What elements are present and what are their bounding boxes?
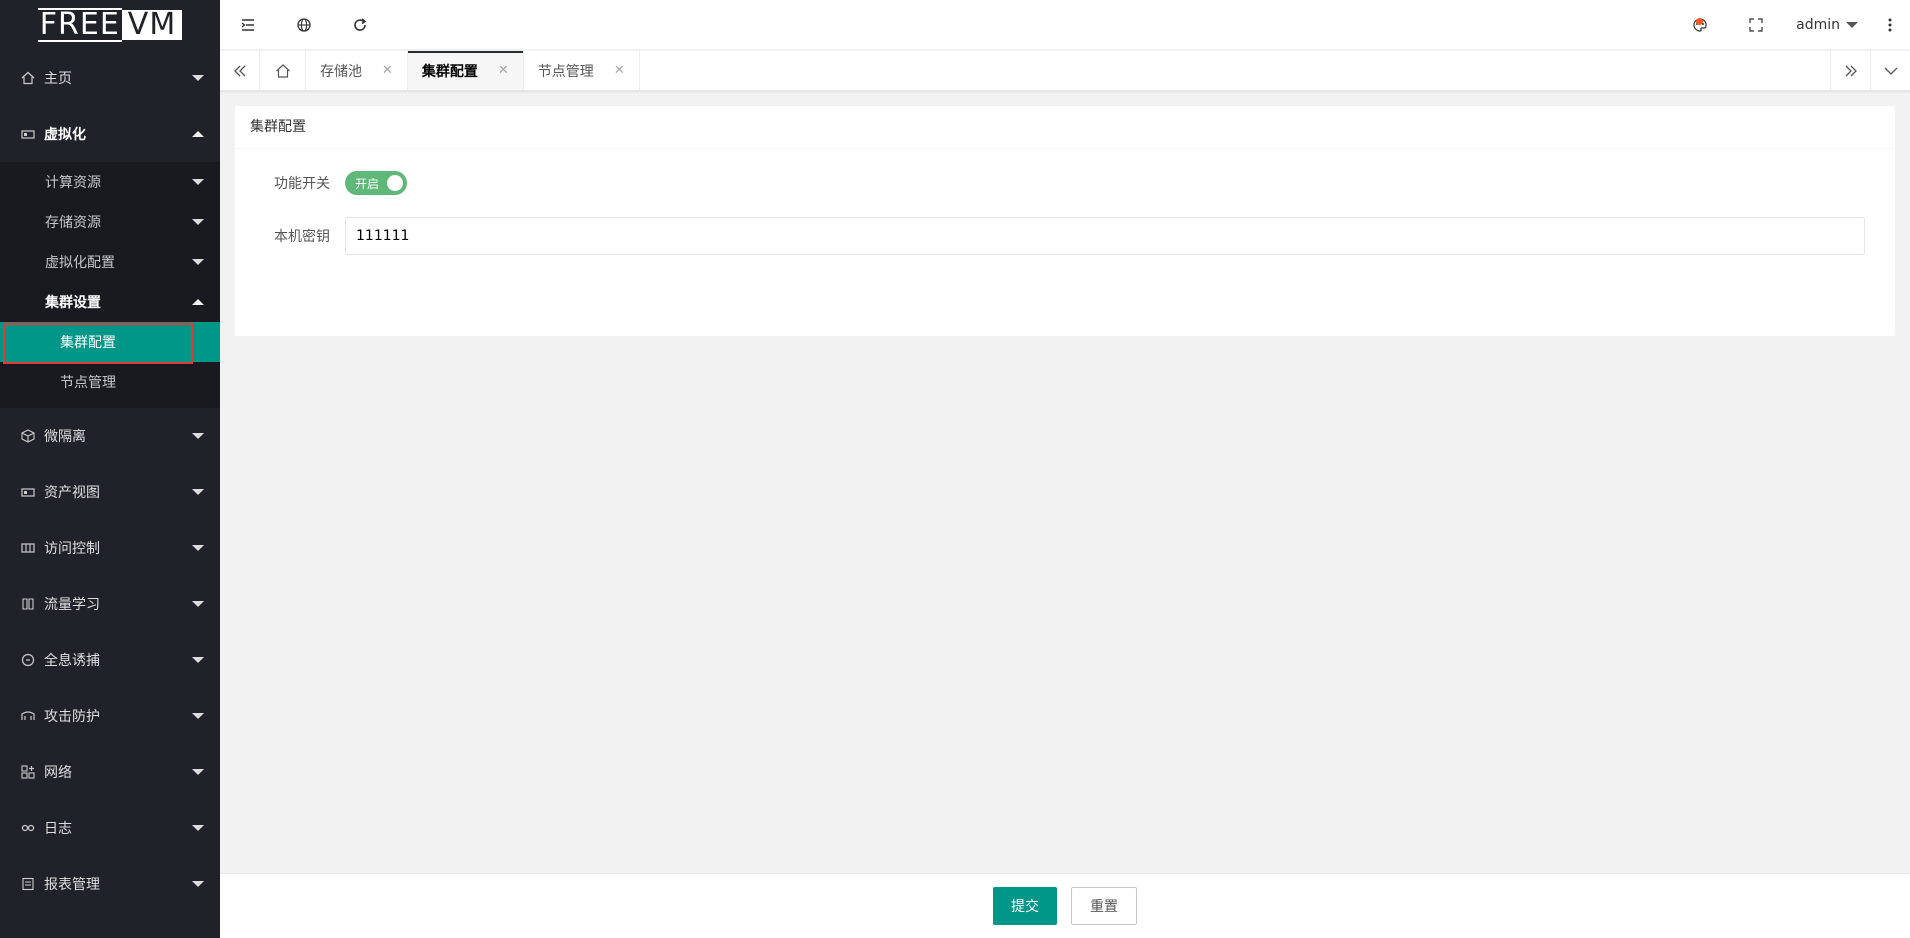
sidebar: FREE VM 主页 虚拟化 计算资源 存储资源 虚拟化配置 集群设置 集群配置… <box>0 0 220 938</box>
switch-label: 功能开关 <box>274 176 330 192</box>
logo: FREE VM <box>0 0 220 50</box>
theme-button[interactable] <box>1672 0 1728 50</box>
sidebar-item-storage[interactable]: 存储资源 <box>0 202 220 242</box>
sidebar-item-traffic-learning[interactable]: 流量学习 <box>0 576 220 632</box>
network-icon <box>20 764 36 780</box>
trap-icon <box>20 652 36 668</box>
sidebar-item-reports[interactable]: 报表管理 <box>0 856 220 912</box>
sidebar-item-virtualization[interactable]: 虚拟化 <box>0 106 220 162</box>
more-vertical-icon <box>1888 18 1892 31</box>
chevron-down-icon <box>192 433 204 439</box>
server-icon <box>20 126 36 142</box>
tab-storage-pool[interactable]: 存储池 ✕ <box>306 51 408 90</box>
report-icon <box>20 876 36 892</box>
home-icon <box>20 70 36 86</box>
close-icon[interactable]: ✕ <box>382 63 393 78</box>
sidebar-item-home[interactable]: 主页 <box>0 50 220 106</box>
chevron-down-icon <box>192 825 204 831</box>
chevron-up-icon <box>192 299 204 305</box>
shield-icon <box>20 708 36 724</box>
virtualization-submenu: 计算资源 存储资源 虚拟化配置 集群设置 集群配置 节点管理 <box>0 162 220 408</box>
double-chevron-left-icon <box>233 65 245 76</box>
refresh-button[interactable] <box>332 0 388 50</box>
chevron-down-icon <box>192 657 204 663</box>
tab-home[interactable] <box>260 51 306 90</box>
reset-button[interactable]: 重置 <box>1071 887 1137 925</box>
chevron-down-icon <box>192 601 204 607</box>
sidebar-item-virt-config[interactable]: 虚拟化配置 <box>0 242 220 282</box>
sidebar-item-asset-view[interactable]: 资产视图 <box>0 464 220 520</box>
grid-icon <box>20 540 36 556</box>
chevron-down-icon <box>192 219 204 225</box>
switch-row: 功能开关 开启 <box>235 171 407 195</box>
refresh-icon <box>354 17 367 31</box>
user-name: admin <box>1796 16 1840 33</box>
switch-knob <box>387 175 403 191</box>
sidebar-item-cluster-settings[interactable]: 集群设置 <box>0 282 220 322</box>
close-icon[interactable]: ✕ <box>498 63 509 78</box>
chevron-down-icon <box>1884 67 1897 75</box>
cube-icon <box>20 428 36 444</box>
cluster-submenu: 集群配置 节点管理 <box>0 322 220 402</box>
logo-text-free: FREE <box>37 7 122 42</box>
chevron-down-icon <box>192 75 204 81</box>
assets-icon <box>20 484 36 500</box>
chevron-down-icon <box>192 179 204 185</box>
user-menu[interactable]: admin <box>1784 17 1870 33</box>
chevron-down-icon <box>192 259 204 265</box>
key-row: 本机密钥 <box>235 217 1865 255</box>
chevron-down-icon <box>192 881 204 887</box>
chevron-down-icon <box>192 489 204 495</box>
chevron-up-icon <box>192 131 204 137</box>
tab-bar: 存储池 ✕ 集群配置 ✕ 节点管理 ✕ <box>220 51 1910 91</box>
form-footer: 提交 重置 <box>220 873 1910 938</box>
sidebar-item-holographic-trap[interactable]: 全息诱捕 <box>0 632 220 688</box>
sidebar-item-cluster-config[interactable]: 集群配置 <box>0 322 220 364</box>
sidebar-item-logs[interactable]: 日志 <box>0 800 220 856</box>
indent-icon <box>241 18 254 31</box>
fullscreen-icon <box>1749 17 1763 32</box>
sidebar-item-node-management[interactable]: 节点管理 <box>0 362 220 402</box>
close-icon[interactable]: ✕ <box>614 63 625 78</box>
sidebar-item-micro-segmentation[interactable]: 微隔离 <box>0 408 220 464</box>
local-key-input[interactable] <box>345 217 1865 255</box>
tabs-scroll-left-button[interactable] <box>220 51 260 90</box>
sidebar-item-attack-defense[interactable]: 攻击防护 <box>0 688 220 744</box>
key-label: 本机密钥 <box>274 229 330 245</box>
tab-cluster-config[interactable]: 集群配置 ✕ <box>407 51 524 90</box>
fullscreen-button[interactable] <box>1728 0 1784 50</box>
link-icon <box>20 820 36 836</box>
collapse-sidebar-button[interactable] <box>220 0 276 50</box>
chevron-down-icon <box>1846 21 1858 28</box>
chevron-down-icon <box>192 545 204 551</box>
sidebar-item-compute[interactable]: 计算资源 <box>0 162 220 202</box>
globe-icon <box>297 17 311 32</box>
home-icon <box>275 63 290 78</box>
feature-switch[interactable]: 开启 <box>345 171 407 195</box>
double-chevron-right-icon <box>1845 65 1857 76</box>
tabs-scroll-right-button[interactable] <box>1830 51 1870 90</box>
top-header: admin <box>220 0 1910 50</box>
website-button[interactable] <box>276 0 332 50</box>
more-options-button[interactable] <box>1870 0 1910 50</box>
notification-dot <box>1696 17 1704 25</box>
card-title: 集群配置 <box>235 106 1895 149</box>
switch-text: 开启 <box>355 176 380 191</box>
chevron-down-icon <box>192 713 204 719</box>
submit-button[interactable]: 提交 <box>993 887 1057 925</box>
tab-node-management[interactable]: 节点管理 ✕ <box>524 51 640 90</box>
chevron-down-icon <box>192 769 204 775</box>
logo-text-vm: VM <box>121 10 183 40</box>
book-icon <box>20 596 36 612</box>
tabs-dropdown-button[interactable] <box>1870 51 1910 90</box>
cluster-config-card: 集群配置 功能开关 开启 本机密钥 <box>235 106 1895 336</box>
sidebar-item-access-control[interactable]: 访问控制 <box>0 520 220 576</box>
sidebar-item-network[interactable]: 网络 <box>0 744 220 800</box>
